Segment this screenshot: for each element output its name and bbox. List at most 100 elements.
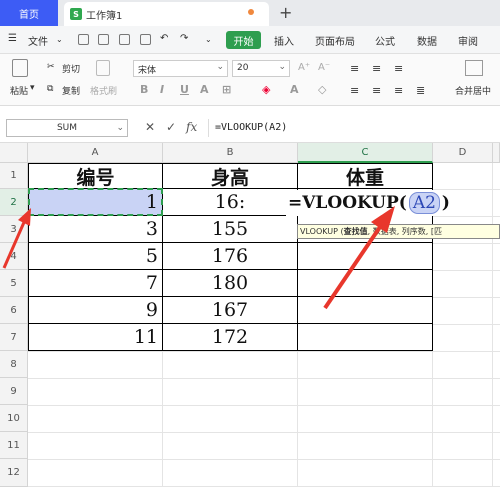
- row-header-10[interactable]: 10: [0, 405, 28, 432]
- save-icon[interactable]: [78, 34, 89, 45]
- align-middle-icon[interactable]: ≡: [372, 62, 381, 75]
- cell-c6[interactable]: [298, 297, 433, 324]
- paste-button[interactable]: 粘贴: [10, 84, 28, 97]
- decrease-font-icon[interactable]: A⁻: [318, 62, 330, 73]
- cut-button[interactable]: 剪切: [62, 62, 80, 75]
- row-header-3[interactable]: 3: [0, 216, 28, 243]
- cell-c4[interactable]: [298, 243, 433, 270]
- cell-c5[interactable]: [298, 270, 433, 297]
- formula-input[interactable]: =VLOOKUP(A2): [208, 119, 498, 137]
- cell-b4[interactable]: 176: [163, 243, 298, 270]
- tab-workbook[interactable]: S 工作簿1: [64, 2, 269, 26]
- row-header-6[interactable]: 6: [0, 297, 28, 324]
- menu-insert[interactable]: 插入: [274, 33, 294, 48]
- align-center-icon[interactable]: ≡: [372, 84, 381, 97]
- row-header-12[interactable]: 12: [0, 459, 28, 487]
- export-icon[interactable]: [98, 34, 109, 45]
- border-icon[interactable]: ⊞: [222, 83, 231, 96]
- column-header-e[interactable]: [493, 143, 500, 163]
- underline-icon[interactable]: U: [180, 83, 189, 96]
- row-header-11[interactable]: 11: [0, 432, 28, 459]
- more-chevron-icon[interactable]: ⌄: [205, 35, 212, 44]
- cell-b3[interactable]: 155: [163, 216, 298, 243]
- cell-b7[interactable]: 172: [163, 324, 298, 351]
- font-color-icon[interactable]: A: [290, 83, 299, 96]
- name-box[interactable]: SUM ⌄: [6, 119, 128, 137]
- column-header-a[interactable]: A: [28, 143, 163, 163]
- column-header-d[interactable]: D: [433, 143, 493, 163]
- align-top-icon[interactable]: ≡: [350, 62, 359, 75]
- row-header-4[interactable]: 4: [0, 243, 28, 270]
- confirm-icon[interactable]: ✓: [166, 120, 176, 134]
- formula-bar: SUM ⌄ ✕ ✓ fx =VLOOKUP(A2): [0, 113, 500, 143]
- justify-icon[interactable]: ≣: [416, 84, 425, 97]
- hamburger-icon[interactable]: ☰: [8, 33, 17, 44]
- fill-color-icon[interactable]: ◈: [262, 83, 270, 96]
- chevron-down-icon: ⌄: [216, 62, 224, 72]
- paste-icon[interactable]: [12, 59, 28, 77]
- cell-a2[interactable]: 1: [28, 189, 163, 216]
- tab-workbook-label: 工作簿1: [86, 10, 123, 22]
- cell-b6[interactable]: 167: [163, 297, 298, 324]
- chevron-down-icon[interactable]: ⌄: [56, 35, 63, 44]
- menu-file[interactable]: 文件: [28, 33, 48, 48]
- row-header-5[interactable]: 5: [0, 270, 28, 297]
- menu-data[interactable]: 数据: [417, 33, 437, 48]
- align-left-icon[interactable]: ≡: [350, 84, 359, 97]
- cell-b1[interactable]: 身高: [163, 163, 298, 189]
- menu-page-layout[interactable]: 页面布局: [315, 33, 355, 48]
- tab-bar: 首页 S 工作簿1 +: [0, 0, 500, 26]
- italic-icon[interactable]: I: [160, 83, 164, 96]
- select-all-corner[interactable]: [0, 143, 28, 163]
- cell-a6[interactable]: 9: [28, 297, 163, 324]
- column-header-b[interactable]: B: [163, 143, 298, 163]
- scissors-icon[interactable]: ✂: [47, 62, 55, 72]
- cell-a1[interactable]: 编号: [28, 163, 163, 189]
- font-size-select[interactable]: 20 ⌄: [232, 60, 290, 77]
- insert-function-button[interactable]: fx: [186, 120, 197, 134]
- menu-start[interactable]: 开始: [226, 31, 261, 49]
- row-header-8[interactable]: 8: [0, 351, 28, 378]
- format-painter-button[interactable]: 格式刷: [90, 84, 117, 97]
- column-header-c[interactable]: C: [298, 143, 433, 163]
- chevron-down-icon: ⌄: [278, 62, 286, 72]
- cell-b5[interactable]: 180: [163, 270, 298, 297]
- cell-a3[interactable]: 3: [28, 216, 163, 243]
- redo-icon[interactable]: ↷: [180, 33, 188, 44]
- new-tab-button[interactable]: +: [279, 3, 292, 22]
- strikethrough-icon[interactable]: A: [200, 83, 209, 96]
- tooltip-function: VLOOKUP (: [300, 227, 344, 236]
- cell-a5[interactable]: 7: [28, 270, 163, 297]
- row-header-1[interactable]: 1: [0, 163, 28, 189]
- menu-formulas[interactable]: 公式: [375, 33, 395, 48]
- copy-icon[interactable]: ⧉: [47, 84, 53, 94]
- increase-font-icon[interactable]: A⁺: [298, 62, 310, 73]
- row-header-7[interactable]: 7: [0, 324, 28, 351]
- row-header-2[interactable]: 2: [0, 189, 28, 216]
- clear-icon[interactable]: ◇: [318, 83, 326, 96]
- merge-icon[interactable]: [465, 60, 483, 76]
- cell-b2[interactable]: 16:: [163, 189, 298, 216]
- row-header-9[interactable]: 9: [0, 378, 28, 405]
- menu-review[interactable]: 审阅: [458, 33, 478, 48]
- cell-editor[interactable]: =VLOOKUP( A2 ): [286, 190, 450, 216]
- tab-home[interactable]: 首页: [0, 0, 58, 26]
- undo-icon[interactable]: ↶: [160, 33, 168, 44]
- font-name-select[interactable]: 宋体 ⌄: [133, 60, 228, 77]
- print-icon[interactable]: [119, 34, 130, 45]
- format-painter-icon[interactable]: [96, 60, 110, 76]
- cell-a7[interactable]: 11: [28, 324, 163, 351]
- copy-button[interactable]: 复制: [62, 84, 80, 97]
- cancel-icon[interactable]: ✕: [145, 120, 155, 134]
- ribbon: 粘贴 ▾ ✂ 剪切 ⧉ 复制 格式刷 宋体 ⌄ 20 ⌄ A⁺ A⁻ B I U…: [0, 54, 500, 106]
- align-bottom-icon[interactable]: ≡: [394, 62, 403, 75]
- paste-chevron-icon[interactable]: ▾: [30, 83, 35, 93]
- cell-c7[interactable]: [298, 324, 433, 351]
- font-name-value: 宋体: [138, 66, 157, 76]
- align-right-icon[interactable]: ≡: [394, 84, 403, 97]
- cell-a4[interactable]: 5: [28, 243, 163, 270]
- cell-c1[interactable]: 体重: [298, 163, 433, 189]
- preview-icon[interactable]: [140, 34, 151, 45]
- bold-icon[interactable]: B: [140, 83, 148, 96]
- merge-center-button[interactable]: 合并居中: [455, 84, 491, 97]
